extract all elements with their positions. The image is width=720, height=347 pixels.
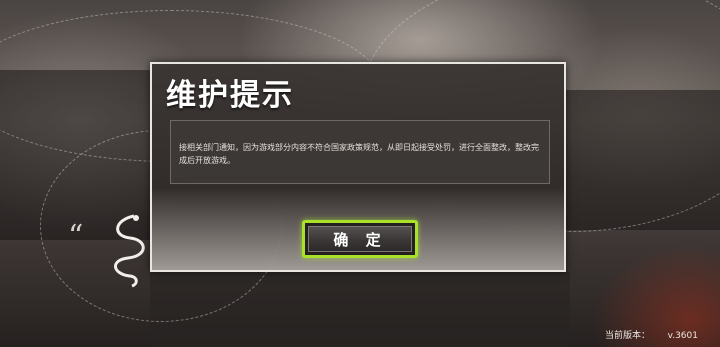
version-label: 当前版本： (604, 331, 650, 341)
version-value: v.3601 (667, 331, 698, 341)
serpent-logo-icon (114, 214, 145, 288)
dialog-title: 维护提示 (166, 78, 294, 113)
confirm-button-label: 确 定 (308, 226, 412, 252)
background-quote-mark: “ (68, 219, 84, 254)
maintenance-dialog: 维护提示 接相关部门通知，因为游戏部分内容不符合国家政策规范，从即日起接受处罚，… (150, 62, 566, 272)
dialog-message: 接相关部门通知，因为游戏部分内容不符合国家政策规范，从即日起接受处罚，进行全面整… (170, 120, 550, 184)
confirm-button[interactable]: 确 定 (302, 220, 418, 258)
